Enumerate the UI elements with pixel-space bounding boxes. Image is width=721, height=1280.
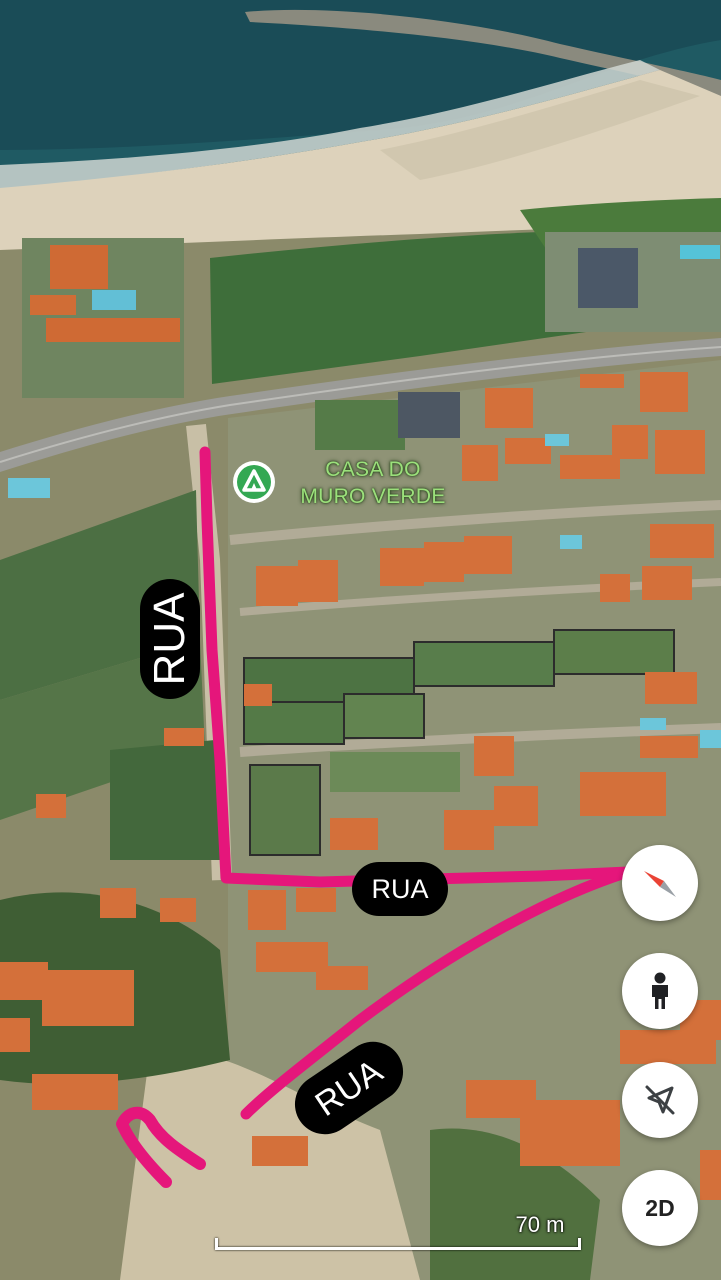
solar-house (398, 392, 460, 438)
compass-button[interactable] (622, 845, 698, 921)
plot (413, 641, 555, 687)
campground-icon[interactable] (231, 459, 277, 505)
roof (46, 318, 180, 342)
pool-east (680, 245, 720, 259)
plot (330, 752, 460, 792)
roof (30, 295, 76, 315)
lot-green (315, 400, 405, 450)
pegman-icon (652, 972, 668, 1009)
plot (249, 764, 321, 856)
scale-label: 70 m (515, 1212, 565, 1237)
view-2d-toggle-button[interactable]: 2D (622, 1170, 698, 1246)
road-label: RUA (352, 862, 448, 916)
compass-icon (644, 871, 676, 897)
road-label: RUA (140, 579, 200, 699)
map-view[interactable]: CASA DO MURO VERDE RUA RUA RUA 2D 70 m (0, 0, 721, 1280)
solar-roof (578, 248, 638, 308)
plot (343, 693, 425, 739)
field-dark (110, 740, 220, 860)
scale-bar (215, 1238, 581, 1250)
location-off-icon (645, 1085, 675, 1115)
my-location-button[interactable] (622, 1062, 698, 1138)
pool (92, 290, 136, 310)
plot (243, 701, 345, 745)
place-name-label[interactable]: CASA DO MURO VERDE (288, 456, 458, 510)
plot (553, 629, 675, 675)
roof (50, 245, 108, 289)
street-view-button[interactable] (622, 953, 698, 1029)
